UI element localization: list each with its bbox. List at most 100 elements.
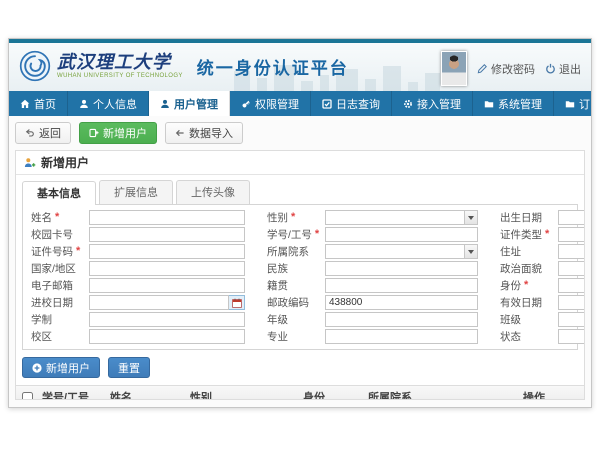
import-arrow-icon: [175, 128, 185, 138]
campus-card-input[interactable]: [89, 227, 245, 242]
nav-item-subscription-management[interactable]: 订阅管理: [554, 91, 592, 116]
col-name: 姓名: [106, 389, 186, 400]
logout-label: 退出: [559, 61, 581, 77]
field-label: 邮政编码: [267, 295, 325, 310]
data-import-button[interactable]: 数据导入: [165, 122, 243, 144]
panel-title: 新增用户: [41, 154, 89, 171]
education-length-input[interactable]: [89, 312, 245, 327]
form-field-address: 住址: [500, 244, 585, 259]
field-label: 校园卡号: [31, 227, 89, 242]
submit-add-user-button[interactable]: 新增用户: [22, 357, 100, 378]
field-label: 电子邮箱: [31, 278, 89, 293]
field-label: 性别*: [267, 210, 325, 225]
ethnicity-input[interactable]: [325, 261, 478, 276]
form-field-identity: 身份*: [500, 278, 585, 293]
nav-item-log-query[interactable]: 日志查询: [311, 91, 392, 116]
tab-basic-info[interactable]: 基本信息: [22, 181, 96, 205]
form-field-major: 专业: [267, 329, 478, 344]
gear-icon: [403, 99, 413, 109]
brand-area: 武汉理工大学 WUHAN UNIVERSITY OF TECHNOLOGY 统一…: [19, 50, 349, 82]
field-label: 政治面貌: [500, 261, 558, 276]
university-name-en: WUHAN UNIVERSITY OF TECHNOLOGY: [57, 73, 183, 79]
home-icon: [20, 99, 30, 109]
add-user-button-label: 新增用户: [103, 125, 147, 141]
student-id-input[interactable]: [325, 227, 478, 242]
power-icon: [545, 63, 556, 74]
nav-item-personal-info[interactable]: 个人信息: [68, 91, 149, 116]
app-window: 武汉理工大学 WUHAN UNIVERSITY OF TECHNOLOGY 统一…: [8, 38, 592, 408]
change-password-label: 修改密码: [491, 61, 535, 77]
form-field-entry-date: 进校日期: [31, 295, 245, 310]
chevron-down-icon[interactable]: [465, 210, 478, 225]
address-input[interactable]: [558, 244, 585, 259]
nav-item-home[interactable]: 首页: [9, 91, 68, 116]
email-input[interactable]: [89, 278, 245, 293]
field-label: 学制: [31, 312, 89, 327]
col-identity: 身份: [299, 389, 364, 400]
country-input[interactable]: [89, 261, 245, 276]
form-field-campus: 校区: [31, 329, 245, 344]
chevron-down-icon[interactable]: [465, 244, 478, 259]
nav-label: 权限管理: [255, 96, 299, 112]
nav-item-system-management[interactable]: 系统管理: [473, 91, 554, 116]
select-all-checkbox[interactable]: [22, 392, 33, 401]
form-field-campus-card: 校园卡号: [31, 227, 245, 242]
back-arrow-icon: [25, 128, 35, 138]
user-avatar: [441, 51, 467, 86]
field-label: 国家/地区: [31, 261, 89, 276]
field-label: 所属院系: [267, 244, 325, 259]
add-user-toolbar-button[interactable]: 新增用户: [79, 122, 157, 144]
department-select[interactable]: [325, 244, 465, 259]
key-icon: [241, 99, 251, 109]
valid-date-input[interactable]: [558, 295, 585, 310]
field-label: 有效日期: [500, 295, 558, 310]
submit-button-label: 新增用户: [46, 360, 90, 376]
university-name-cn: 武汉理工大学: [57, 54, 183, 72]
grade-input[interactable]: [325, 312, 478, 327]
user-area: 修改密码 退出: [441, 51, 581, 86]
field-label: 专业: [267, 329, 325, 344]
nav-label: 订阅管理: [579, 96, 592, 112]
field-label: 姓名*: [31, 210, 89, 225]
political-status-input[interactable]: [558, 261, 585, 276]
field-label: 学号/工号*: [267, 227, 325, 242]
status-input[interactable]: [558, 329, 585, 344]
nav-label: 日志查询: [336, 96, 380, 112]
basic-info-form: 姓名* 性别* 出生日期 校园卡号: [22, 204, 578, 350]
nav-item-access-management[interactable]: 接入管理: [392, 91, 473, 116]
form-field-postal-code: 邮政编码: [267, 295, 478, 310]
form-field-ethnicity: 民族: [267, 261, 478, 276]
person-icon: [79, 99, 89, 109]
university-logo-icon: [19, 50, 51, 82]
logout-link[interactable]: 退出: [545, 61, 581, 77]
change-password-link[interactable]: 修改密码: [477, 61, 535, 77]
major-input[interactable]: [325, 329, 478, 344]
campus-input[interactable]: [89, 329, 245, 344]
birthdate-input[interactable]: [558, 210, 585, 225]
tab-extended-info[interactable]: 扩展信息: [99, 180, 173, 204]
field-label: 校区: [31, 329, 89, 344]
form-field-department: 所属院系: [267, 244, 478, 259]
id-type-input[interactable]: [558, 227, 585, 242]
gender-select[interactable]: [325, 210, 465, 225]
nav-item-permission-management[interactable]: 权限管理: [230, 91, 311, 116]
col-gender: 性别: [186, 389, 299, 400]
form-field-status: 状态: [500, 329, 585, 344]
main-nav: 首页 个人信息 用户管理 权限管理 日志查询 接入管理: [9, 91, 591, 116]
tab-upload-avatar[interactable]: 上传头像: [176, 180, 250, 204]
reset-button[interactable]: 重置: [108, 357, 150, 378]
entry-date-input[interactable]: [89, 295, 229, 310]
folder-icon: [565, 99, 575, 109]
postal-code-input[interactable]: [325, 295, 478, 310]
calendar-icon[interactable]: [229, 295, 245, 310]
form-field-id-type: 证件类型*: [500, 227, 585, 242]
native-place-input[interactable]: [325, 278, 478, 293]
screenshot-canvas: 武汉理工大学 WUHAN UNIVERSITY OF TECHNOLOGY 统一…: [0, 0, 600, 450]
id-number-input[interactable]: [89, 244, 245, 259]
table-header-row: 学号/工号 姓名 性别 身份 所属院系 操作: [16, 386, 584, 400]
back-button[interactable]: 返回: [15, 122, 71, 144]
nav-item-user-management[interactable]: 用户管理: [149, 91, 230, 116]
identity-input[interactable]: [558, 278, 585, 293]
class-input[interactable]: [558, 312, 585, 327]
name-input[interactable]: [89, 210, 245, 225]
